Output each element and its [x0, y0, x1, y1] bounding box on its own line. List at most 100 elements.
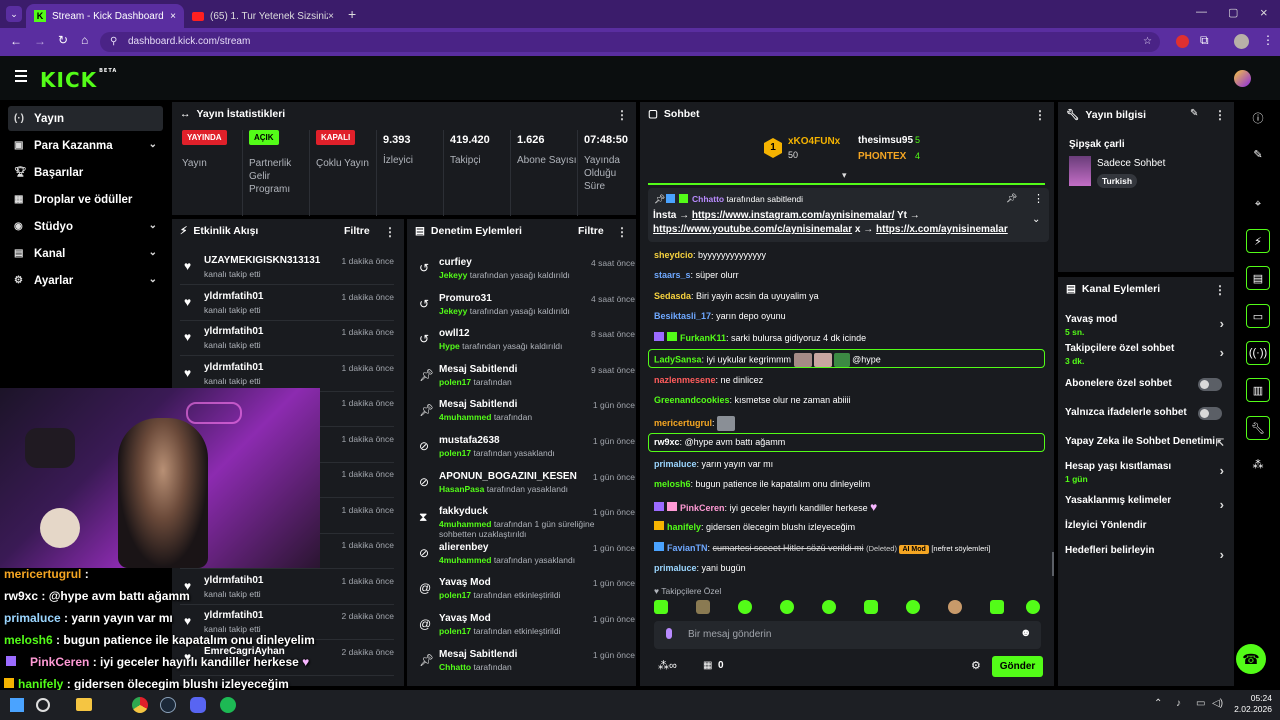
emote-icon[interactable]	[948, 600, 962, 614]
instagram-link[interactable]: https://www.instagram.com/aynisinemalar/	[692, 210, 894, 221]
file-explorer-icon[interactable]	[76, 698, 92, 711]
emote-icon[interactable]	[864, 600, 878, 614]
moderation-row[interactable]: ↺ owll12 Hype tarafından yasağı kaldırıldı…	[415, 326, 635, 361]
emoji-icon[interactable]: ☻	[1020, 627, 1032, 639]
sidebar-item-droplar[interactable]: ▦ Droplar ve ödüller	[8, 187, 163, 212]
maximize-icon[interactable]: ▢	[1228, 6, 1238, 19]
raid-action[interactable]: İzleyici Yönlendir	[1065, 520, 1230, 531]
hamburger-menu-icon[interactable]	[15, 70, 27, 82]
filter-button[interactable]: Filtre	[344, 225, 370, 237]
document-icon[interactable]: ▤	[1246, 266, 1270, 290]
search-icon[interactable]	[36, 698, 50, 712]
activity-row[interactable]: ♥ yldrmfatih01 kanalı takip etti 1 dakika ö…	[180, 322, 394, 356]
ai-moderation-action[interactable]: Yapay Zeka ile Sohbet Denetimi ⇱	[1065, 436, 1230, 449]
activity-row[interactable]: ♥ UZAYMEKIGISKN313131 kanalı takip etti 1 d…	[180, 251, 394, 285]
sidebar-item-ayarlar[interactable]: ⚙ Ayarlar ⌄	[8, 268, 163, 293]
send-button[interactable]: Gönder	[992, 656, 1043, 677]
volume-icon[interactable]: ◁)	[1212, 698, 1223, 709]
moderation-row[interactable]: ⊘ APONUN_BOGAZINI_KESEN HasanPasa tarafınd…	[415, 469, 635, 504]
youtube-link[interactable]: https://www.youtube.com/c/aynisinemalar	[653, 224, 852, 235]
edit-icon[interactable]: ✎	[1190, 108, 1198, 119]
viewers-icon[interactable]: ⁂∞	[658, 659, 677, 672]
user-avatar[interactable]	[1234, 70, 1251, 87]
emotes-only-toggle[interactable]	[1198, 407, 1222, 420]
moderation-row[interactable]: ↺ Promuro31 Jekeyy tarafından yasağı kaldı…	[415, 291, 635, 326]
tab-search-icon[interactable]: ⌄	[6, 6, 22, 22]
tray-chevron-icon[interactable]: ⌃	[1154, 698, 1162, 709]
clock[interactable]: 05:24 2.02.2026	[1232, 693, 1272, 715]
tab-youtube[interactable]: (65) 1. Tur Yetenek Sizsiniz Mah ×	[184, 4, 342, 28]
kick-logo[interactable]: KICK BETA	[40, 68, 117, 92]
browser-menu-icon[interactable]: ⋮	[1262, 33, 1274, 47]
emote-icon[interactable]	[822, 600, 836, 614]
language-tag[interactable]: Turkish	[1097, 174, 1138, 188]
chrome-icon[interactable]	[132, 697, 148, 713]
emote-icon[interactable]	[906, 600, 920, 614]
moderation-row[interactable]: @ Yavaş Mod polen17 tarafından etkinleştir…	[415, 611, 635, 646]
moderation-row[interactable]: ⊘ alierenbey 4muhammed tarafından yasaklan…	[415, 540, 635, 575]
network-icon[interactable]: ▭	[1196, 698, 1205, 709]
focus-icon[interactable]: ⌖	[1246, 192, 1270, 216]
spotify-icon[interactable]	[220, 697, 236, 713]
tab-close-icon[interactable]: ×	[170, 11, 176, 22]
chat-settings-icon[interactable]: ⚙	[971, 659, 981, 672]
emote-icon[interactable]	[990, 600, 1004, 614]
moderation-row[interactable]: @ Yavaş Mod polen17 tarafından etkinleştir…	[415, 575, 635, 610]
bookmark-star-icon[interactable]: ☆	[1143, 32, 1152, 52]
sidebar-item-yayin[interactable]: (·) Yayın	[8, 106, 163, 131]
activity-row[interactable]: ♥ yldrmfatih01 kanalı takip etti 1 dakika ö…	[180, 358, 394, 392]
banned-words-action[interactable]: Yasaklanmış kelimeler ›	[1065, 495, 1230, 512]
subscribers-only-toggle[interactable]	[1198, 378, 1222, 391]
sidebar-item-studyo[interactable]: ◉ Stüdyo ⌄	[8, 214, 163, 239]
gift-icon[interactable]: ▦	[703, 660, 712, 671]
mic-icon[interactable]	[666, 628, 672, 639]
unpin-icon[interactable]: 📌︎	[1006, 193, 1017, 204]
sidebar-item-para-kazanma[interactable]: ▣ Para Kazanma ⌄	[8, 133, 163, 158]
info-icon[interactable]: ⓘ	[1246, 106, 1270, 130]
moderation-row[interactable]: 📌︎ Mesaj Sabitlendi 4muhammed tarafından 1 …	[415, 397, 635, 432]
moderation-row[interactable]: ↺ curfiey Jekeyy tarafından yasağı kaldırı…	[415, 255, 635, 290]
extension-icon[interactable]	[1176, 35, 1189, 48]
pinned-expand-icon[interactable]: ⌄	[1032, 214, 1040, 225]
emote-icon[interactable]	[654, 600, 668, 614]
x-link[interactable]: https://x.com/aynisinemalar	[876, 224, 1008, 235]
forward-icon[interactable]: →	[34, 34, 46, 48]
discord-icon[interactable]	[190, 697, 206, 713]
minimize-icon[interactable]: —	[1196, 6, 1207, 18]
moderation-row[interactable]: 📌︎ Mesaj Sabitlendi polen17 tarafından 9 sa…	[415, 362, 635, 397]
goals-action[interactable]: Hedefleri belirleyin ›	[1065, 545, 1230, 562]
emote-icon[interactable]	[780, 600, 794, 614]
layout-icon[interactable]: ▥	[1246, 378, 1270, 402]
profile-avatar[interactable]	[1234, 34, 1249, 49]
windows-start-icon[interactable]	[10, 698, 24, 712]
activity-row[interactable]: ♥ yldrmfatih01 kanalı takip etti 1 dakika ö…	[180, 571, 394, 605]
kebab-menu-icon[interactable]: ⋮	[1034, 108, 1046, 122]
pinned-kebab-icon[interactable]: ⋮	[1033, 192, 1044, 205]
bolt-icon[interactable]: ⚡︎	[1246, 229, 1270, 253]
broadcast-icon[interactable]: ((·))	[1246, 341, 1270, 365]
shapes-icon[interactable]: ⁂	[1246, 452, 1270, 476]
followers-only-action[interactable]: Takipçilere özel sohbet 3 dk. ›	[1065, 343, 1230, 366]
moderation-row[interactable]: 📌︎ Mesaj Sabitlendi Chhatto tarafından 1 gü…	[415, 647, 635, 682]
emote-icon[interactable]	[1026, 600, 1040, 614]
emote-icon[interactable]	[696, 600, 710, 614]
site-info-icon[interactable]: ⚲	[110, 32, 117, 52]
account-age-action[interactable]: Hesap yaşı kısıtlaması 1 gün ›	[1065, 461, 1230, 484]
sidebar-item-kanal[interactable]: ▤ Kanal ⌄	[8, 241, 163, 266]
activity-row[interactable]: ♥ yldrmfatih01 kanalı takip etti 1 dakika ö…	[180, 287, 394, 321]
sidebar-item-basarilar[interactable]: 🏆︎ Başarılar	[8, 160, 163, 185]
pen-icon[interactable]: ✎	[1246, 142, 1270, 166]
kebab-menu-icon[interactable]: ⋮	[1214, 283, 1226, 297]
moderation-row[interactable]: ⧗ fakkyduck 4muhammed tarafından 1 gün sür…	[415, 504, 635, 539]
home-icon[interactable]: ⌂	[81, 33, 88, 47]
tab-kick-dashboard[interactable]: K Stream - Kick Dashboard ×	[26, 4, 184, 28]
moderation-row[interactable]: ⊘ mustafa2638 polen17 tarafından yasakland…	[415, 433, 635, 468]
kebab-menu-icon[interactable]: ⋮	[616, 108, 628, 122]
kebab-menu-icon[interactable]: ⋮	[384, 225, 396, 239]
kebab-menu-icon[interactable]: ⋮	[1214, 108, 1226, 122]
steam-icon[interactable]	[160, 697, 176, 713]
leaderboard-collapse-icon[interactable]: ▾	[842, 170, 847, 181]
chat-input[interactable]: Bir mesaj gönderin ☻	[654, 621, 1041, 649]
tab-close-icon[interactable]: ×	[328, 11, 334, 22]
window-close-icon[interactable]: ×	[1260, 5, 1268, 20]
